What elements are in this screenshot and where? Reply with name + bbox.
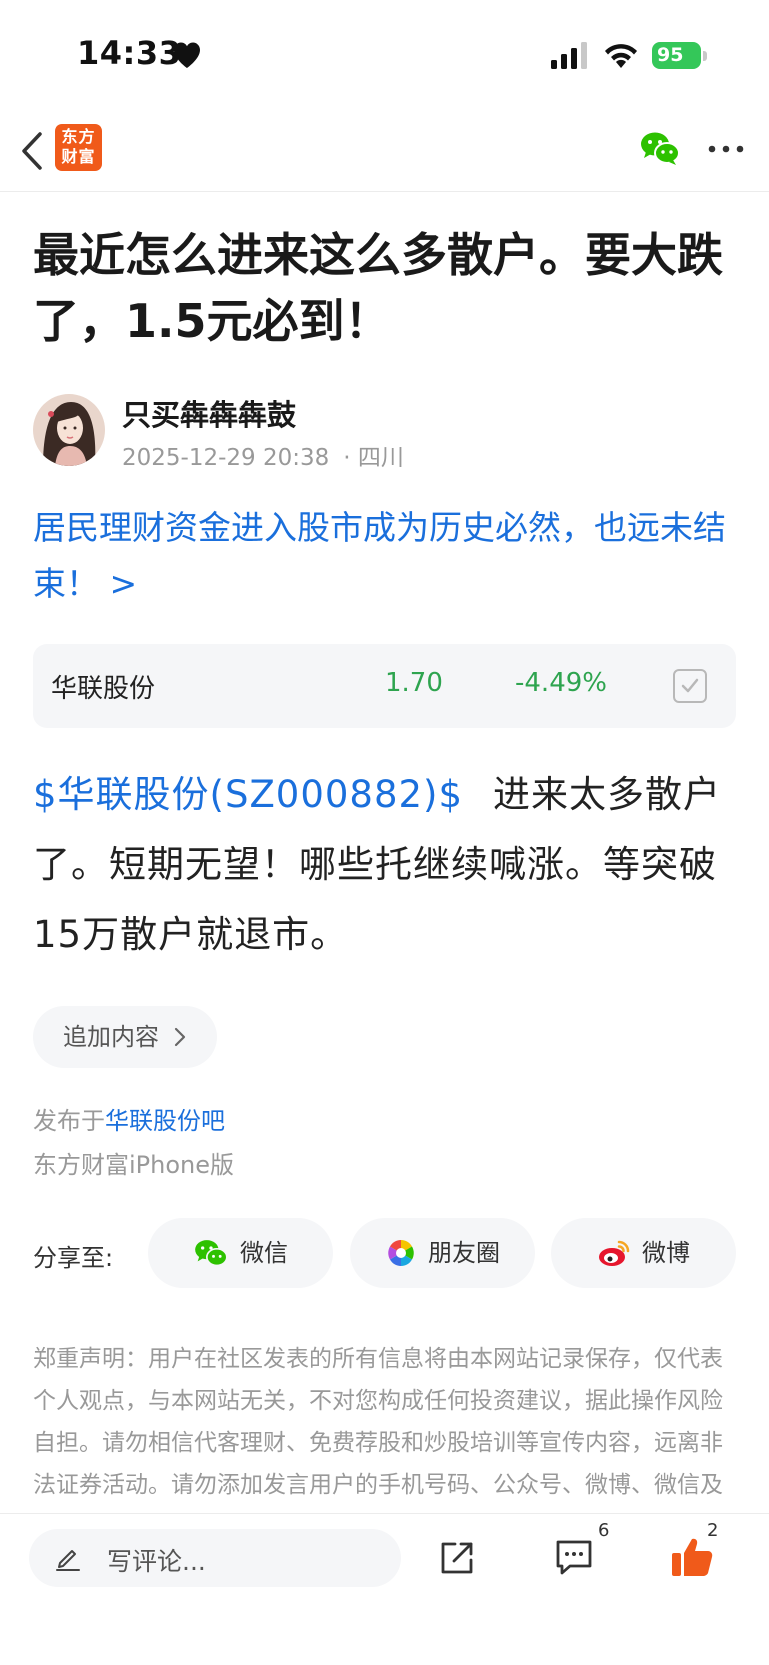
body-stock-link[interactable]: $华联股份(SZ000882)$ (33, 773, 463, 816)
more-icon[interactable] (706, 134, 746, 164)
wechat-icon (195, 1240, 228, 1267)
wifi-icon (605, 44, 637, 68)
nav-bar: 东方 财富 (0, 110, 769, 192)
pen-icon (56, 1550, 80, 1571)
thumbs-up-icon[interactable] (670, 1535, 714, 1579)
share-label: 分享至: (33, 1244, 114, 1272)
share-weibo-button[interactable]: 微博 (551, 1218, 736, 1288)
share-weibo-label: 微博 (642, 1239, 690, 1267)
append-label: 追加内容 (63, 1023, 159, 1051)
share-moments-button[interactable]: 朋友圈 (350, 1218, 535, 1288)
comment-count: 6 (598, 1520, 610, 1541)
share-wechat-button[interactable]: 微信 (148, 1218, 333, 1288)
post-location: · 四川 (343, 445, 404, 471)
post-body: $华联股份(SZ000882)$ 进来太多散户了。短期无望！哪些托继续喊涨。等突破… (33, 760, 738, 970)
back-icon[interactable] (14, 128, 50, 174)
device-info: 东方财富iPhone版 (33, 1151, 235, 1179)
disclaimer: 郑重声明：用户在社区发表的所有信息将由本网站记录保存，仅代表个人观点，与本网站无… (33, 1346, 723, 1498)
bottom-bar: 写评论... 6 2 (0, 1513, 769, 1665)
share-icon[interactable] (438, 1539, 476, 1577)
check-icon (681, 678, 699, 693)
avatar[interactable] (33, 394, 105, 466)
heart-icon (174, 42, 200, 68)
post-date: 2025-12-29 20:38 (122, 445, 330, 471)
eastmoney-logo[interactable]: 东方 财富 (55, 124, 102, 171)
add-watchlist-checkbox[interactable] (673, 669, 707, 703)
moments-icon (388, 1240, 414, 1266)
comment-icon[interactable] (554, 1538, 594, 1576)
status-bar: 14:33 95 (0, 0, 769, 110)
chevron-right-icon (174, 1027, 186, 1047)
logo-text-bottom: 财富 (61, 147, 96, 166)
weibo-icon (599, 1240, 630, 1266)
stock-bar-link[interactable]: 华联股份吧 (105, 1107, 225, 1135)
share-moments-label: 朋友圈 (428, 1239, 500, 1267)
comment-input[interactable]: 写评论... (29, 1529, 401, 1587)
stock-name: 华联股份 (51, 674, 156, 704)
stock-change: -4.49% (515, 668, 607, 698)
wechat-icon[interactable] (640, 130, 680, 166)
battery-level: 95 (652, 42, 701, 69)
logo-text-top: 东方 (61, 127, 96, 146)
append-content-button[interactable]: 追加内容 (33, 1006, 217, 1068)
share-wechat-label: 微信 (240, 1239, 288, 1267)
published-prefix: 发布于 (33, 1107, 105, 1135)
stock-card[interactable]: 华联股份 1.70 -4.49% (33, 644, 736, 728)
post-title: 最近怎么进来这么多散户。要大跌了，1.5元必到！ (33, 228, 723, 348)
status-time: 14:33 (77, 34, 182, 72)
published-in: 发布于华联股份吧 (33, 1101, 225, 1136)
cellular-signal-icon (551, 42, 587, 69)
post-meta: 2025-12-29 20:38 · 四川 (122, 438, 404, 472)
author-name[interactable]: 只买犇犇犇鼓 (122, 392, 296, 434)
stock-price: 1.70 (385, 668, 443, 698)
like-count: 2 (707, 1520, 719, 1541)
topic-link[interactable]: 居民理财资金进入股市成为历史必然，也远未结束！ > (33, 500, 738, 612)
comment-placeholder: 写评论... (107, 1547, 206, 1576)
battery-icon: 95 (652, 40, 708, 70)
